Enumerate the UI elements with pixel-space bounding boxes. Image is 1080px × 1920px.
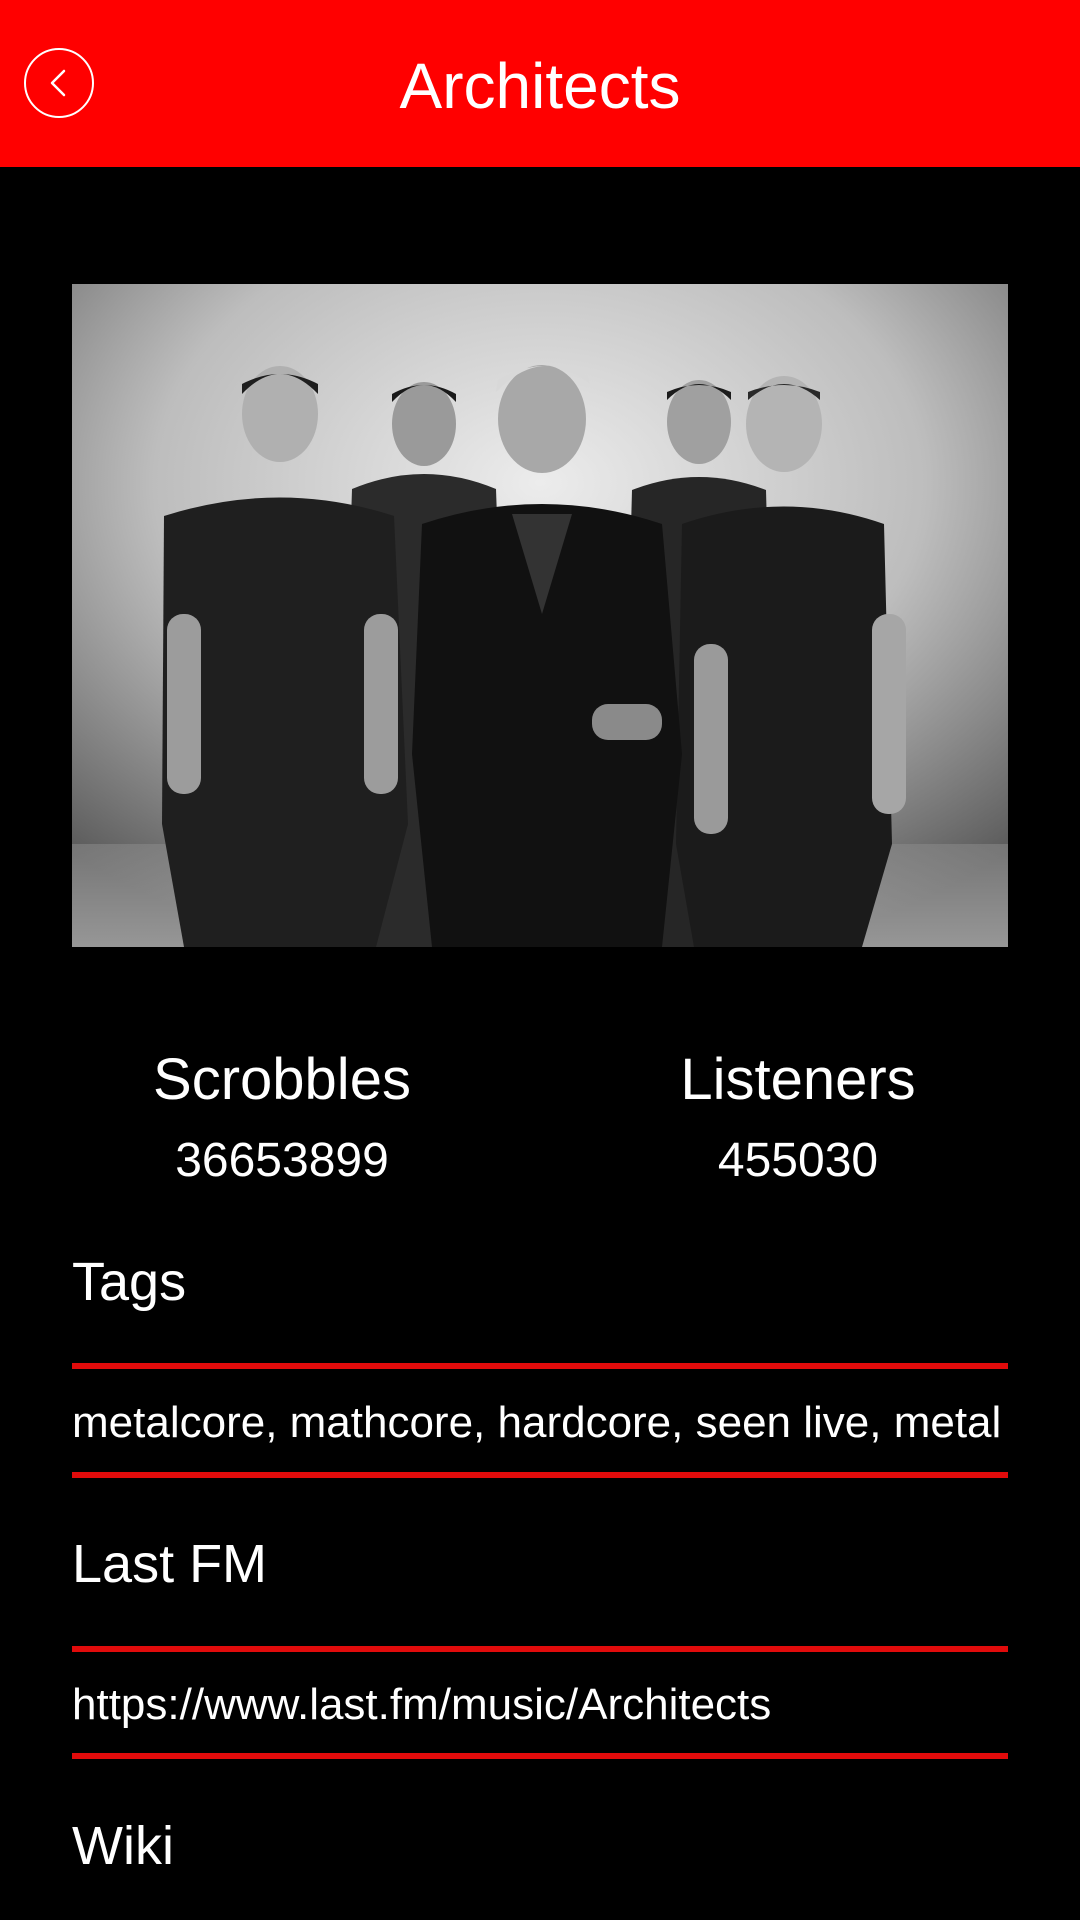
wiki-heading: Wiki [72,1816,174,1876]
tags-field: metalcore, mathcore, hardcore, seen live… [72,1398,1002,1447]
divider [72,1472,1008,1478]
tags-heading: Tags [72,1252,187,1312]
artist-photo [72,284,1008,947]
divider [72,1646,1008,1652]
scrobbles-value: 36653899 [175,1134,389,1187]
lastfm-link[interactable]: https://www.last.fm/music/Architects [72,1675,1008,1735]
scrobbles-stat: Scrobbles 36653899 [22,1040,542,1196]
back-button[interactable] [24,48,94,118]
divider [72,1363,1008,1369]
chevron-left-icon [50,69,66,97]
lastfm-heading: Last FM [72,1534,268,1594]
listeners-label: Listeners [680,1047,916,1112]
listeners-stat: Listeners 455030 [538,1040,1058,1196]
listeners-value: 455030 [717,1134,879,1187]
app-bar: Architects [0,0,1080,167]
divider [72,1753,1008,1759]
scrobbles-label: Scrobbles [153,1047,411,1112]
page-title: Architects [399,50,681,122]
